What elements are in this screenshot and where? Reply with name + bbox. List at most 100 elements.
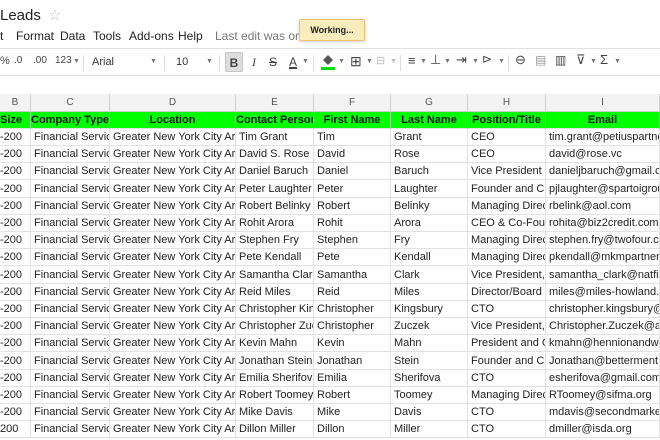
cell-size[interactable]: -200 (0, 301, 31, 318)
cell-email[interactable]: tim.grant@petiuspartners (546, 129, 660, 146)
text-rotation-icon[interactable]: ⊳ (482, 52, 492, 66)
cell-last-name[interactable]: Rose (391, 146, 468, 164)
cell-contact-person[interactable]: Robert Belinky (236, 197, 314, 215)
cell-last-name[interactable]: Toomey (391, 387, 468, 404)
cell-location[interactable]: Greater New York City Area (110, 404, 236, 422)
cell-size[interactable]: -200 (0, 318, 31, 336)
cell-first-name[interactable]: Jonathan (314, 352, 391, 370)
vertical-align-icon[interactable]: ⊥ (430, 52, 441, 68)
chevron-down-icon[interactable]: ▼ (338, 58, 345, 65)
cell-position-title[interactable]: CEO & Co-Foun (468, 215, 546, 232)
cell-first-name[interactable]: Reid (314, 283, 391, 301)
cell-first-name[interactable]: David (314, 146, 391, 164)
cell-size[interactable]: -200 (0, 232, 31, 250)
cell-position-title[interactable]: Managing Direct (468, 249, 546, 267)
insert-comment-icon[interactable]: ▤ (535, 53, 546, 67)
cell-email[interactable]: rbelink@aol.com (546, 197, 660, 215)
cell-position-title[interactable]: CTO (468, 369, 546, 387)
cell-company-type[interactable]: Financial Service (31, 318, 110, 336)
column-header-h[interactable]: H (468, 94, 546, 112)
cell-last-name[interactable]: Zuczek (391, 318, 468, 336)
cell-email[interactable]: Christopher.Zuczek@albr (546, 318, 660, 336)
format-percent-button[interactable]: % (0, 55, 10, 67)
cell-last-name[interactable]: Sherifova (391, 369, 468, 387)
cell-location[interactable]: Greater New York City Area (110, 197, 236, 215)
column-header-e[interactable]: E (236, 94, 314, 112)
cell-first-name[interactable]: Robert (314, 387, 391, 404)
cell-last-name[interactable]: Baruch (391, 163, 468, 181)
cell-first-name[interactable]: Kevin (314, 335, 391, 353)
cell-size[interactable]: 200 (0, 421, 31, 439)
cell-company-type[interactable]: Financial Service (31, 421, 110, 439)
cell-size[interactable]: -200 (0, 163, 31, 181)
cell-company-type[interactable]: Financial Service (31, 129, 110, 146)
cell-last-name[interactable]: Arora (391, 215, 468, 232)
strikethrough-button[interactable]: S (264, 52, 282, 72)
cell-last-name[interactable]: Mahn (391, 335, 468, 353)
cell-first-name[interactable]: Christopher (314, 301, 391, 318)
cell-position-title[interactable]: CTO (468, 421, 546, 439)
bold-button[interactable]: B (225, 52, 243, 72)
cell-contact-person[interactable]: Christopher King (236, 301, 314, 318)
header-cell-contact-person[interactable]: Contact Person (236, 112, 314, 129)
cell-first-name[interactable]: Daniel (314, 163, 391, 181)
column-header-i[interactable]: I (546, 94, 660, 112)
cell-contact-person[interactable]: Jonathan Stein (236, 352, 314, 370)
chevron-down-icon[interactable]: ▼ (390, 58, 397, 65)
text-color-button[interactable]: A (284, 52, 302, 72)
cell-location[interactable]: Greater New York City Area (110, 318, 236, 336)
cell-company-type[interactable]: Financial Service (31, 283, 110, 301)
cell-email[interactable]: david@rose.vc (546, 146, 660, 164)
cell-location[interactable]: Greater New York City Area (110, 369, 236, 387)
cell-first-name[interactable]: Tim (314, 129, 391, 146)
header-cell-location[interactable]: Location (110, 112, 236, 129)
functions-icon[interactable]: Σ (600, 52, 608, 67)
cell-email[interactable]: kmahn@hennionandwals (546, 335, 660, 353)
cell-location[interactable]: Greater New York City Area (110, 232, 236, 250)
cell-last-name[interactable]: Miles (391, 283, 468, 301)
cell-last-name[interactable]: Belinky (391, 197, 468, 215)
cell-size[interactable]: -200 (0, 335, 31, 353)
header-cell-email[interactable]: Email (546, 112, 660, 129)
cell-size[interactable]: -200 (0, 283, 31, 301)
cell-first-name[interactable]: Peter (314, 180, 391, 198)
borders-icon[interactable]: ⊞ (350, 53, 362, 70)
cell-position-title[interactable]: CTO (468, 301, 546, 318)
chevron-down-icon[interactable]: ▼ (590, 58, 597, 65)
cell-contact-person[interactable]: Mike Davis (236, 404, 314, 422)
cell-first-name[interactable]: Emilia (314, 369, 391, 387)
menu-format[interactable]: Format (16, 29, 54, 43)
document-title[interactable]: Leads (0, 7, 41, 24)
cell-size[interactable]: -200 (0, 369, 31, 387)
cell-email[interactable]: danieljbaruch@gmail.com (546, 163, 660, 181)
cell-contact-person[interactable]: Samantha Clark (236, 266, 314, 284)
column-header-c[interactable]: C (31, 94, 110, 112)
column-header-f[interactable]: F (314, 94, 391, 112)
cell-company-type[interactable]: Financial Service (31, 266, 110, 284)
cell-location[interactable]: Greater New York City Area (110, 129, 236, 146)
horizontal-align-icon[interactable]: ≡ (408, 53, 416, 68)
cell-location[interactable]: Greater New York City Area (110, 163, 236, 181)
cell-contact-person[interactable]: Pete Kendall (236, 249, 314, 267)
cell-last-name[interactable]: Clark (391, 266, 468, 284)
menu-addons[interactable]: Add-ons (129, 29, 174, 43)
cell-location[interactable]: Greater New York City Area (110, 146, 236, 164)
cell-first-name[interactable]: Christopher (314, 318, 391, 336)
cell-first-name[interactable]: Pete (314, 249, 391, 267)
menu-file[interactable]: t (0, 29, 3, 43)
font-size-select[interactable]: 10 (176, 56, 206, 68)
merge-cells-icon[interactable]: ⊟ (376, 54, 385, 67)
cell-email[interactable]: RToomey@sifma.org (546, 387, 660, 404)
cell-email[interactable]: Jonathan@betterment.co (546, 352, 660, 370)
cell-position-title[interactable]: Managing Direct (468, 232, 546, 250)
star-icon[interactable]: ☆ (48, 6, 61, 24)
cell-location[interactable]: Greater New York City Area (110, 215, 236, 232)
cell-first-name[interactable]: Samantha (314, 266, 391, 284)
cell-last-name[interactable]: Laughter (391, 180, 468, 198)
cell-first-name[interactable]: Dillon (314, 421, 391, 439)
chevron-down-icon[interactable]: ▼ (614, 58, 621, 65)
cell-contact-person[interactable]: Reid Miles (236, 283, 314, 301)
header-cell-last-name[interactable]: Last Name (391, 112, 468, 129)
cell-location[interactable]: Greater New York City Area (110, 421, 236, 439)
cell-company-type[interactable]: Financial Service (31, 249, 110, 267)
